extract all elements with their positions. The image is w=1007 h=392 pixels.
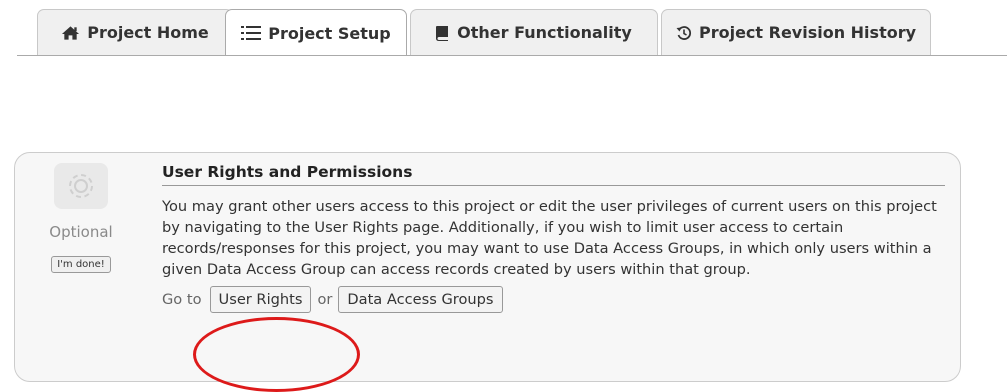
data-access-groups-button[interactable]: Data Access Groups — [338, 286, 503, 313]
goto-row: Go to User Rights or Data Access Groups — [162, 286, 945, 313]
tab-project-home[interactable]: Project Home — [37, 9, 233, 55]
panel-description: You may grant other users access to this… — [162, 198, 937, 278]
tab-label: Other Functionality — [457, 23, 632, 42]
tab-other-functionality[interactable]: Other Functionality — [410, 9, 658, 55]
book-icon — [436, 25, 450, 41]
tabs-divider — [17, 55, 1007, 56]
project-tabs: Project Home Project Setup Other Functio… — [17, 0, 1007, 56]
home-icon — [61, 25, 80, 41]
list-icon — [241, 25, 262, 41]
goto-label: Go to — [162, 291, 202, 308]
optional-label: Optional — [49, 223, 113, 241]
tab-label: Project Revision History — [698, 23, 917, 42]
tab-project-setup[interactable]: Project Setup — [225, 9, 407, 56]
gear-icon — [54, 163, 108, 209]
step-status-column: Optional I'm done! — [31, 163, 131, 273]
panel-title: User Rights and Permissions — [162, 163, 945, 186]
or-label: or — [317, 291, 333, 308]
user-rights-button[interactable]: User Rights — [209, 286, 312, 313]
history-icon — [676, 25, 692, 41]
tab-project-revision-history[interactable]: Project Revision History — [661, 9, 931, 55]
panel-content: User Rights and Permissions You may gran… — [162, 163, 945, 313]
tab-label: Project Setup — [268, 23, 391, 43]
im-done-button[interactable]: I'm done! — [51, 256, 111, 273]
tab-label: Project Home — [87, 23, 209, 42]
user-rights-panel: Optional I'm done! User Rights and Permi… — [14, 152, 961, 382]
